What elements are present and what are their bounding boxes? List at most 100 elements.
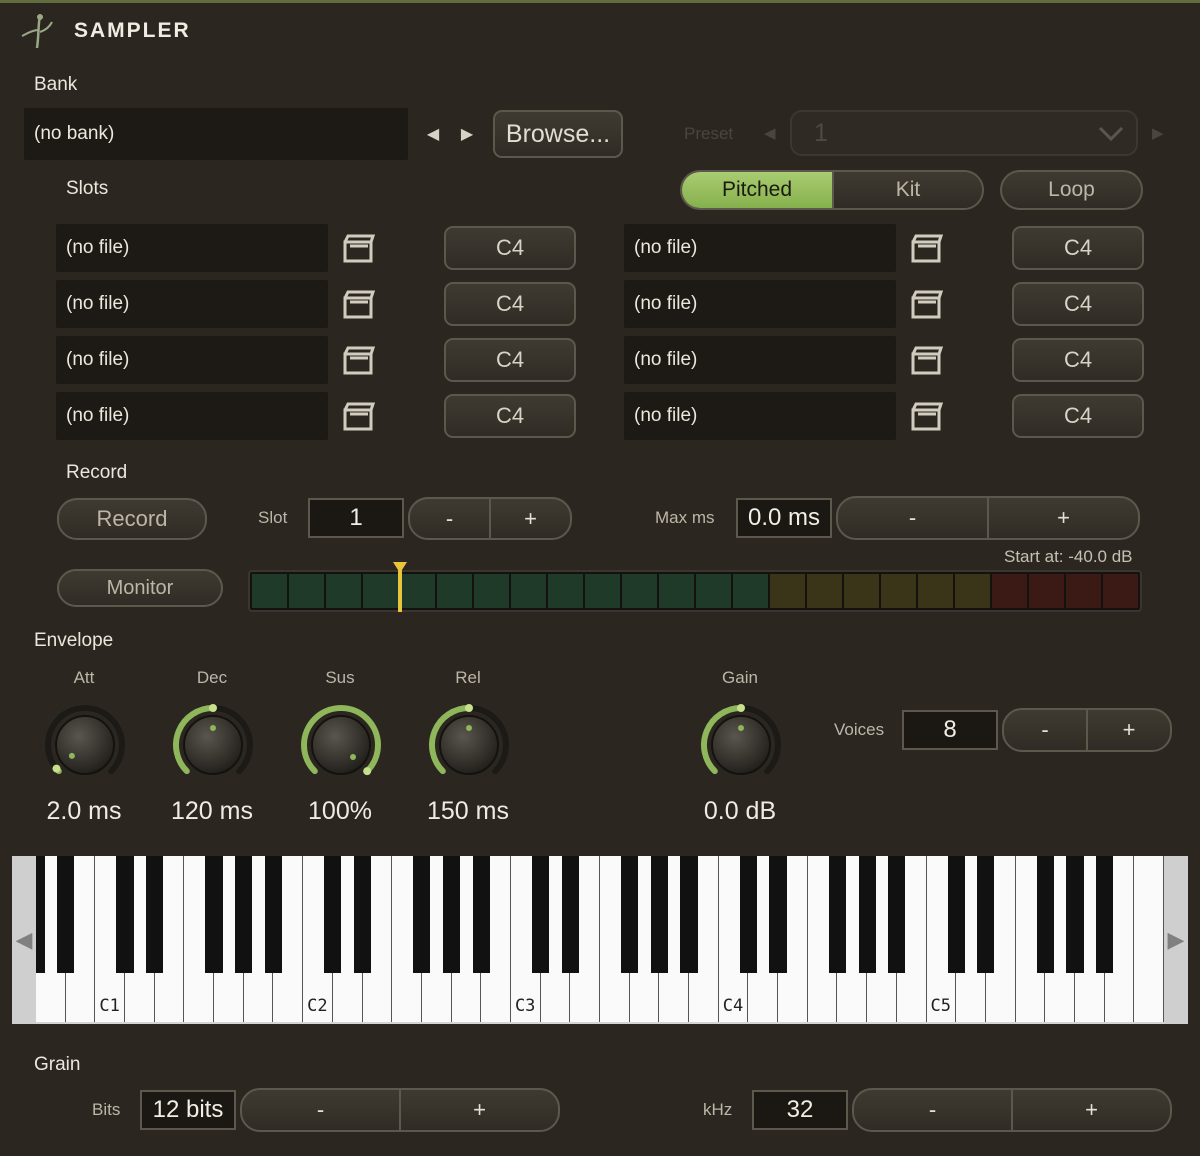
black-key[interactable] (1066, 856, 1084, 973)
folder-open-icon (911, 234, 944, 263)
black-key[interactable] (947, 856, 965, 973)
slot-note-button[interactable]: C4 (444, 338, 576, 382)
black-key[interactable] (858, 856, 876, 973)
meter-segment (289, 574, 324, 608)
open-file-button[interactable] (910, 288, 944, 325)
increment-button[interactable]: + (399, 1090, 558, 1130)
black-key[interactable] (442, 856, 461, 973)
rel-knob[interactable] (424, 700, 514, 790)
max-ms-stepper: - + (836, 496, 1140, 540)
black-key[interactable] (1096, 856, 1114, 973)
black-key[interactable] (621, 856, 639, 973)
bits-value[interactable]: 12 bits (140, 1090, 236, 1130)
record-slot-value[interactable]: 1 (308, 498, 404, 538)
black-key[interactable] (36, 856, 45, 973)
black-key[interactable] (116, 856, 134, 973)
meter-segment (1066, 574, 1101, 608)
slot-note-button[interactable]: C4 (1012, 226, 1144, 270)
slot-note-button[interactable]: C4 (1012, 338, 1144, 382)
black-key[interactable] (1036, 856, 1054, 973)
black-key[interactable] (680, 856, 698, 973)
black-key[interactable] (561, 856, 579, 973)
bank-field[interactable]: (no bank) (24, 108, 408, 160)
decrement-button[interactable]: - (242, 1090, 399, 1130)
max-ms-value[interactable]: 0.0 ms (736, 498, 832, 538)
max-ms-label: Max ms (655, 508, 715, 527)
slot-file-field[interactable]: (no file) (56, 336, 328, 384)
bank-next-button[interactable]: ▶ (458, 122, 476, 146)
record-button[interactable]: Record (57, 498, 207, 540)
slot-file-field[interactable]: (no file) (624, 392, 896, 440)
black-key[interactable] (413, 856, 431, 973)
slot-file-field[interactable]: (no file) (624, 280, 896, 328)
slot-file-field[interactable]: (no file) (56, 224, 328, 272)
preset-next-button[interactable]: ▶ (1152, 124, 1164, 142)
open-file-button[interactable] (342, 288, 376, 325)
black-key[interactable] (532, 856, 550, 973)
open-file-button[interactable] (342, 400, 376, 437)
meter-segment (511, 574, 546, 608)
black-key[interactable] (235, 856, 253, 973)
slot-note-button[interactable]: C4 (444, 226, 576, 270)
white-key[interactable] (1134, 856, 1164, 1022)
slot-file-field[interactable]: (no file) (624, 336, 896, 384)
open-file-button[interactable] (910, 400, 944, 437)
khz-value[interactable]: 32 (752, 1090, 848, 1130)
open-file-button[interactable] (910, 232, 944, 269)
voices-value[interactable]: 8 (902, 710, 998, 750)
slot-file-field[interactable]: (no file) (624, 224, 896, 272)
black-key[interactable] (205, 856, 223, 973)
meter-segment (918, 574, 953, 608)
keyboard-scroll-left-button[interactable]: ◀ (12, 856, 36, 1024)
start-at-label: Start at: -40.0 dB (1004, 547, 1133, 566)
black-key[interactable] (739, 856, 758, 973)
black-key[interactable] (353, 856, 372, 973)
slot-file-field[interactable]: (no file) (56, 392, 328, 440)
increment-button[interactable]: + (987, 498, 1138, 538)
meter-segment (807, 574, 842, 608)
increment-button[interactable]: + (1011, 1090, 1170, 1130)
increment-button[interactable]: + (489, 499, 570, 538)
gain-knob[interactable] (696, 700, 786, 790)
sus-knob[interactable] (296, 700, 386, 790)
open-file-button[interactable] (342, 344, 376, 381)
black-key[interactable] (650, 856, 668, 973)
level-meter[interactable] (248, 570, 1142, 612)
preset-dropdown[interactable]: 1 (790, 110, 1138, 156)
bank-prev-button[interactable]: ◀ (424, 122, 442, 146)
decrement-button[interactable]: - (1004, 710, 1086, 750)
gain-value: 0.0 dB (703, 797, 777, 825)
black-key[interactable] (977, 856, 995, 973)
open-file-button[interactable] (342, 232, 376, 269)
threshold-marker[interactable] (392, 562, 407, 612)
black-key[interactable] (57, 856, 75, 973)
preset-prev-button[interactable]: ◀ (764, 124, 776, 142)
keyboard-scroll-right-button[interactable]: ▶ (1164, 856, 1188, 1024)
black-key[interactable] (472, 856, 490, 973)
dec-knob[interactable] (168, 700, 258, 790)
black-key[interactable] (769, 856, 787, 973)
open-file-button[interactable] (910, 344, 944, 381)
black-key[interactable] (324, 856, 342, 973)
slot-note-button[interactable]: C4 (1012, 282, 1144, 326)
slot-note-button[interactable]: C4 (444, 282, 576, 326)
tab-kit[interactable]: Kit (832, 172, 982, 208)
slot-note-button[interactable]: C4 (1012, 394, 1144, 438)
att-knob[interactable] (40, 700, 130, 790)
browse-button[interactable]: Browse... (493, 110, 623, 158)
tab-pitched[interactable]: Pitched (682, 172, 832, 208)
black-key[interactable] (828, 856, 847, 973)
monitor-button[interactable]: Monitor (57, 569, 223, 607)
black-key[interactable] (146, 856, 164, 973)
increment-button[interactable]: + (1086, 710, 1170, 750)
loop-button[interactable]: Loop (1000, 170, 1143, 210)
piano-keyboard[interactable]: ◀ ▶ C1 C2 C3 C4 C5 (12, 856, 1188, 1024)
decrement-button[interactable]: - (854, 1090, 1011, 1130)
black-key[interactable] (888, 856, 906, 973)
slot-note-button[interactable]: C4 (444, 394, 576, 438)
meter-segment (1103, 574, 1138, 608)
slot-file-field[interactable]: (no file) (56, 280, 328, 328)
black-key[interactable] (264, 856, 283, 973)
decrement-button[interactable]: - (410, 499, 489, 538)
decrement-button[interactable]: - (838, 498, 987, 538)
